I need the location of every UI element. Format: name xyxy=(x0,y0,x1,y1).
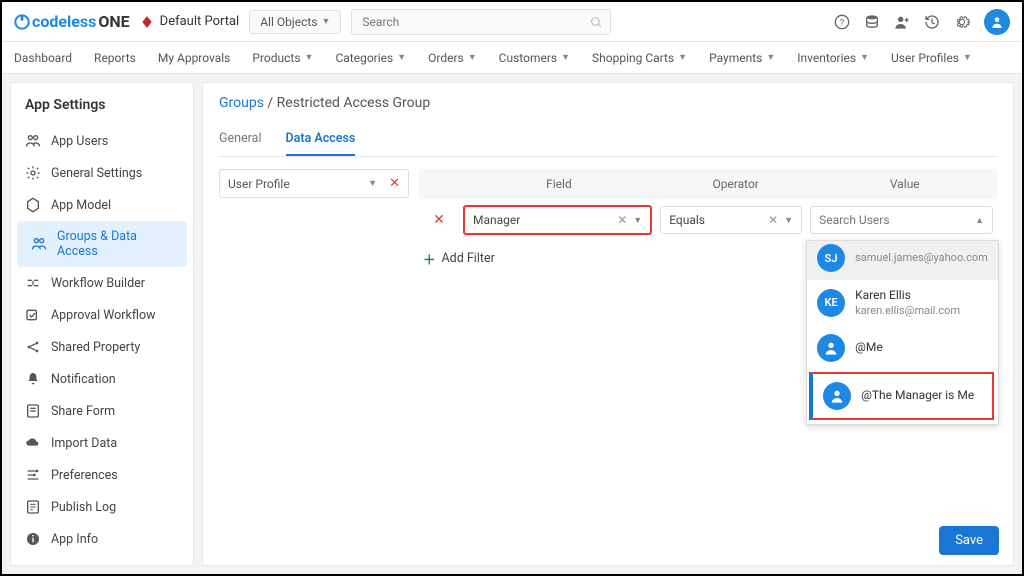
sidebar-item-shared-property[interactable]: Shared Property xyxy=(11,331,193,363)
nav-payments[interactable]: Payments▼ xyxy=(709,51,775,65)
sidebar-item-publish-log[interactable]: Publish Log xyxy=(11,491,193,523)
user-name: Karen Ellis xyxy=(855,288,960,304)
form-icon xyxy=(25,403,41,419)
database-icon[interactable] xyxy=(864,14,880,30)
user-option[interactable]: @The Manager is Me xyxy=(809,372,994,420)
sidebar-item-label: Workflow Builder xyxy=(51,276,145,291)
help-icon[interactable]: ? xyxy=(834,14,850,30)
value-select[interactable]: ▲ xyxy=(810,206,993,234)
svg-text:?: ? xyxy=(840,17,845,28)
user-initials: KE xyxy=(817,289,845,317)
sidebar-item-label: Shared Property xyxy=(51,340,140,355)
chevron-up-icon: ▲ xyxy=(975,215,984,226)
user-add-icon[interactable] xyxy=(894,14,910,30)
app-logo: codelessONE xyxy=(14,12,130,31)
tab-general[interactable]: General xyxy=(219,123,262,156)
sidebar-item-preferences[interactable]: Preferences xyxy=(11,459,193,491)
nav-inventories[interactable]: Inventories▼ xyxy=(797,51,869,65)
column-header-field: Field xyxy=(459,169,659,199)
user-email: samuel.james@yahoo.com xyxy=(855,251,988,265)
sidebar-item-label: App Model xyxy=(51,198,111,213)
portal-icon xyxy=(140,15,154,29)
column-header-value: Value xyxy=(813,169,997,199)
object-select[interactable]: User Profile ▼✕ xyxy=(219,169,409,198)
sidebar-item-label: Groups & Data Access xyxy=(57,229,173,259)
sidebar-item-label: Publish Log xyxy=(51,500,116,515)
column-header-operator: Operator xyxy=(659,169,813,199)
save-button[interactable]: Save xyxy=(939,526,999,555)
clear-operator-icon[interactable]: ✕ xyxy=(768,213,778,227)
cloud-icon xyxy=(25,435,41,451)
objects-dropdown[interactable]: All Objects▼ xyxy=(249,10,341,34)
sidebar-item-app-users[interactable]: App Users xyxy=(11,125,193,157)
nav-dashboard[interactable]: Dashboard xyxy=(14,51,72,65)
breadcrumb-current: Restricted Access Group xyxy=(277,95,431,111)
sidebar-item-label: Notification xyxy=(51,372,116,387)
nav-products[interactable]: Products▼ xyxy=(252,51,313,65)
plus-icon: ＋ xyxy=(423,249,436,268)
sidebar-item-general-settings[interactable]: General Settings xyxy=(11,157,193,189)
sidebar-item-label: Approval Workflow xyxy=(51,308,155,323)
user-avatar[interactable] xyxy=(984,9,1010,35)
sidebar-item-groups-data-access[interactable]: Groups & Data Access xyxy=(17,221,187,267)
sidebar-item-label: App Users xyxy=(51,134,108,149)
approve-icon xyxy=(25,307,41,323)
sidebar-item-workflow-builder[interactable]: Workflow Builder xyxy=(11,267,193,299)
sidebar-item-approval-workflow[interactable]: Approval Workflow xyxy=(11,299,193,331)
flow-icon xyxy=(25,275,41,291)
person-icon xyxy=(817,334,845,362)
nav-categories[interactable]: Categories▼ xyxy=(335,51,406,65)
settings-icon[interactable] xyxy=(954,14,970,30)
sidebar-item-label: Import Data xyxy=(51,436,117,451)
sidebar-item-notification[interactable]: Notification xyxy=(11,363,193,395)
value-search-input[interactable] xyxy=(819,213,975,227)
nav-my-approvals[interactable]: My Approvals xyxy=(158,51,231,65)
sidebar-item-label: Preferences xyxy=(51,468,118,483)
nav-orders[interactable]: Orders▼ xyxy=(428,51,477,65)
sidebar-item-app-info[interactable]: App Info xyxy=(11,523,193,555)
sidebar-title: App Settings xyxy=(11,91,193,125)
info-icon xyxy=(25,531,41,547)
history-icon[interactable] xyxy=(924,14,940,30)
portal-selector[interactable]: Default Portal xyxy=(140,14,240,29)
operator-select[interactable]: Equals ✕▼ xyxy=(660,206,802,234)
hex-icon xyxy=(25,197,41,213)
user-option[interactable]: @Me xyxy=(807,326,998,370)
bell-icon xyxy=(25,371,41,387)
nav-user-profiles[interactable]: User Profiles▼ xyxy=(891,51,972,65)
log-icon xyxy=(25,499,41,515)
search-icon xyxy=(590,14,603,33)
breadcrumb: Groups / Restricted Access Group xyxy=(219,95,997,111)
breadcrumb-root[interactable]: Groups xyxy=(219,95,264,111)
nav-reports[interactable]: Reports xyxy=(94,51,136,65)
user-name: @The Manager is Me xyxy=(861,388,974,404)
sidebar-item-label: Share Form xyxy=(51,404,115,419)
gear-icon xyxy=(25,165,41,181)
sidebar-item-app-model[interactable]: App Model xyxy=(11,189,193,221)
clear-field-icon[interactable]: ✕ xyxy=(617,213,627,227)
global-search-input[interactable] xyxy=(351,9,611,35)
sidebar-item-label: General Settings xyxy=(51,166,142,181)
sidebar-item-share-form[interactable]: Share Form xyxy=(11,395,193,427)
user-dropdown-panel: SJ samuel.james@yahoo.com KE Karen Elliskar… xyxy=(806,240,999,425)
remove-filter-button[interactable]: ✕ xyxy=(419,212,459,228)
pref-icon xyxy=(25,467,41,483)
tab-data-access[interactable]: Data Access xyxy=(286,123,356,156)
clear-object-icon[interactable]: ✕ xyxy=(389,176,400,191)
users-icon xyxy=(31,236,47,252)
nav-shopping-carts[interactable]: Shopping Carts▼ xyxy=(592,51,687,65)
users-icon xyxy=(25,133,41,149)
user-initials: SJ xyxy=(817,244,845,272)
sidebar-item-label: App Info xyxy=(51,532,98,547)
field-select[interactable]: Manager ✕▼ xyxy=(463,205,652,235)
sidebar-item-import-data[interactable]: Import Data xyxy=(11,427,193,459)
share-icon xyxy=(25,339,41,355)
user-option[interactable]: KE Karen Elliskaren.ellis@mail.com xyxy=(807,280,998,326)
user-email: karen.ellis@mail.com xyxy=(855,304,960,318)
person-icon xyxy=(823,382,851,410)
user-name: @Me xyxy=(855,340,883,356)
user-option[interactable]: SJ samuel.james@yahoo.com xyxy=(807,240,998,280)
nav-customers[interactable]: Customers▼ xyxy=(499,51,570,65)
